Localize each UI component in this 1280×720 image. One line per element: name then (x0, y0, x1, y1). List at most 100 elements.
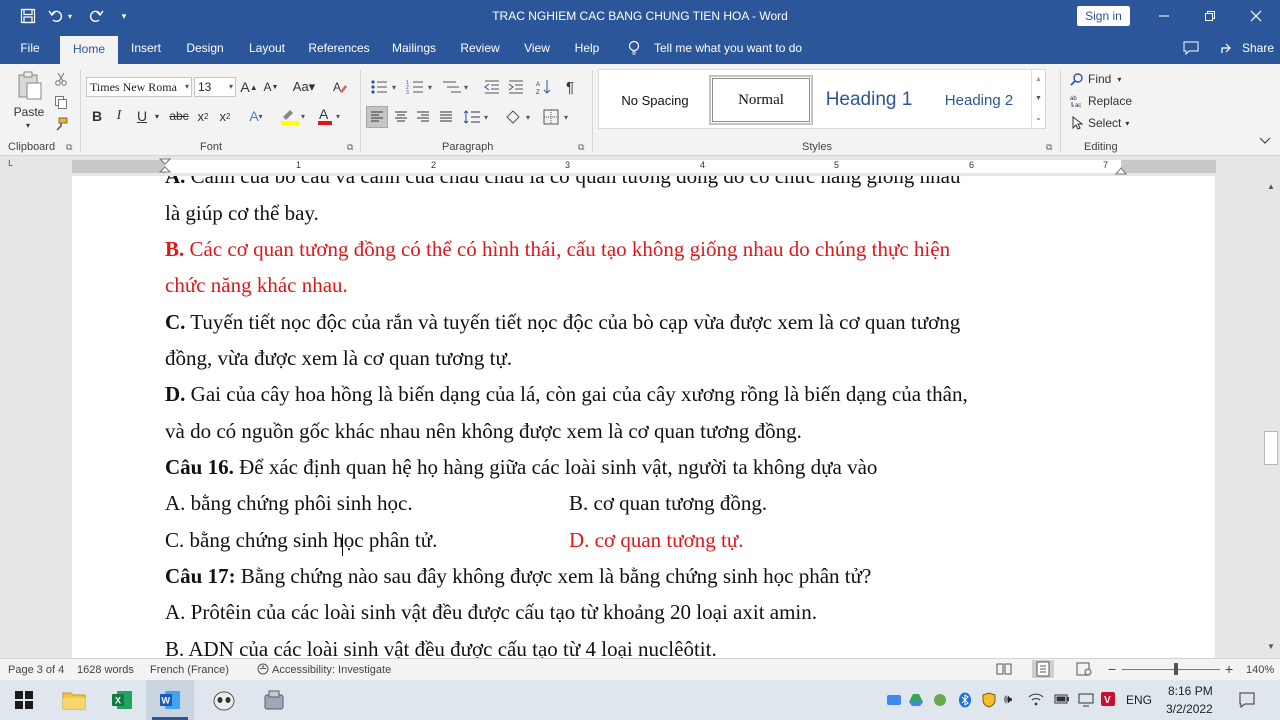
read-mode-icon[interactable] (996, 662, 1012, 679)
scroll-thumb[interactable] (1264, 431, 1278, 465)
bold-icon[interactable]: B (88, 106, 106, 126)
borders-icon[interactable]: ▾ (540, 106, 574, 128)
word-count[interactable]: 1628 words (77, 664, 134, 676)
justify-icon[interactable] (435, 106, 457, 128)
app-icon-tool[interactable] (250, 680, 298, 720)
customize-toolbar-icon[interactable]: ▾ (112, 6, 136, 26)
display-icon[interactable] (1078, 692, 1094, 711)
minimize-icon[interactable] (1141, 0, 1187, 32)
change-case-icon[interactable]: Aa▾ (288, 77, 320, 97)
font-color-icon[interactable]: A ▾ (316, 106, 346, 126)
doc-line[interactable]: B. ADN của các loài sinh vật đều được cấ… (165, 637, 717, 658)
restore-icon[interactable] (1187, 0, 1233, 32)
tab-file[interactable]: File (10, 32, 50, 64)
tab-help[interactable]: Help (568, 32, 606, 64)
vertical-scrollbar[interactable]: ▲ ▼ (1262, 176, 1280, 658)
decrease-indent-icon[interactable] (482, 76, 502, 98)
paste-button[interactable]: Paste (10, 104, 48, 120)
web-layout-icon[interactable] (1076, 662, 1092, 679)
file-explorer-icon[interactable] (50, 680, 98, 720)
paste-icon[interactable] (14, 70, 46, 102)
indent-marker-icon[interactable] (158, 158, 172, 174)
sort-icon[interactable]: AZ (534, 76, 554, 98)
grow-font-icon[interactable]: A ▲ (240, 77, 258, 97)
doc-line[interactable]: đồng, vừa được xem là cơ quan tương tự. (165, 346, 512, 371)
notification-icon[interactable] (1238, 691, 1256, 712)
accessibility-status[interactable]: Accessibility: Investigate (272, 664, 391, 676)
styles-scroll-down-icon[interactable]: ▼ (1032, 89, 1045, 108)
text-effects-icon[interactable]: A ▾ (244, 106, 268, 126)
style-normal[interactable]: Normal (709, 75, 813, 125)
tab-references[interactable]: References (304, 32, 374, 64)
tray-app-icon[interactable] (886, 692, 902, 711)
font-name-dropdown-icon[interactable]: ▾ (185, 78, 189, 96)
doc-line[interactable]: D. Gai của cây hoa hồng là biến dạng của… (165, 382, 968, 407)
tell-me-search[interactable]: Tell me what you want to do (654, 32, 814, 64)
show-formatting-marks-icon[interactable]: ¶ (560, 76, 580, 98)
find-button[interactable]: Find ▾ (1070, 70, 1130, 88)
tray-app-icon-2[interactable] (932, 692, 948, 711)
find-dropdown-icon[interactable]: ▾ (1117, 75, 1121, 84)
zoom-in-icon[interactable]: + (1225, 661, 1233, 677)
font-size-combo[interactable]: 13 ▾ (194, 77, 236, 97)
windows-start-icon[interactable] (0, 680, 48, 720)
zoom-slider-thumb[interactable] (1174, 663, 1178, 675)
align-center-icon[interactable] (390, 106, 412, 128)
document-page[interactable]: A. Cánh của bồ câu và cánh của châu chấu… (72, 176, 1215, 658)
cut-icon[interactable] (52, 70, 70, 88)
doc-line[interactable]: chức năng khác nhau. (165, 273, 348, 298)
format-painter-icon[interactable] (52, 115, 70, 133)
zoom-level[interactable]: 140% (1246, 664, 1274, 676)
collapse-ribbon-icon[interactable] (1256, 134, 1274, 148)
horizontal-ruler[interactable]: └ 1 2 3 4 5 6 7 (0, 156, 1280, 176)
shield-icon[interactable] (982, 692, 996, 711)
clock-time[interactable]: 8:16 PM (1168, 684, 1213, 698)
doc-line[interactable]: C. bằng chứng sinh học phân tử. D. cơ qua… (165, 528, 743, 553)
doc-line[interactable]: Câu 16. Để xác định quan hệ họ hàng giữa… (165, 455, 877, 480)
italic-icon[interactable]: I (110, 106, 128, 126)
doc-line[interactable]: A. Cánh của bồ câu và cánh của châu chấu… (165, 176, 960, 189)
tab-design[interactable]: Design (180, 32, 230, 64)
battery-icon[interactable] (1054, 693, 1070, 708)
zoom-out-icon[interactable]: − (1108, 661, 1116, 677)
undo-dropdown-icon[interactable]: ▾ (64, 6, 76, 26)
tab-selector-icon[interactable]: └ (6, 160, 18, 172)
increase-indent-icon[interactable] (506, 76, 526, 98)
excel-icon[interactable]: X (98, 680, 146, 720)
doc-line[interactable]: C. Tuyến tiết nọc độc của rắn và tuyến t… (165, 310, 960, 335)
bluetooth-icon[interactable] (958, 692, 972, 711)
zoom-slider[interactable] (1122, 669, 1220, 670)
google-drive-icon[interactable] (908, 692, 924, 711)
paragraph-launcher-icon[interactable]: ⧉ (578, 142, 584, 153)
save-icon[interactable] (16, 6, 40, 26)
share-icon[interactable] (1218, 32, 1236, 64)
replace-button[interactable]: ab ac Replace (1070, 92, 1132, 110)
highlight-color-icon[interactable]: ▾ (278, 106, 310, 126)
doc-line[interactable]: B. Các cơ quan tương đồng có thể có hình… (165, 237, 950, 262)
app-icon-panda[interactable] (200, 680, 248, 720)
tab-view[interactable]: View (518, 32, 556, 64)
tray-red-app-icon[interactable]: V (1100, 691, 1116, 710)
underline-icon[interactable]: U (132, 106, 152, 126)
align-left-icon[interactable] (366, 106, 388, 128)
clipboard-launcher-icon[interactable]: ⧉ (66, 142, 72, 153)
doc-line[interactable]: A. Prôtêin của các loài sinh vật đều đượ… (165, 600, 817, 625)
close-icon[interactable] (1233, 0, 1279, 32)
subscript-icon[interactable]: x2 (194, 106, 212, 126)
tab-layout[interactable]: Layout (242, 32, 292, 64)
clock-date[interactable]: 3/2/2022 (1166, 702, 1213, 716)
language-status[interactable]: French (France) (150, 664, 229, 676)
scroll-down-icon[interactable]: ▼ (1264, 640, 1278, 654)
select-button[interactable]: Select ▾ (1070, 114, 1134, 132)
doc-line[interactable]: A. bằng chứng phôi sinh học. B. cơ quan t… (165, 491, 767, 516)
volume-icon[interactable]: 🕪 (1004, 691, 1012, 707)
style-heading-2[interactable]: Heading 2 (931, 75, 1027, 125)
tab-review[interactable]: Review (454, 32, 506, 64)
numbering-icon[interactable]: 1 2 3 ▾ (404, 76, 438, 98)
styles-scroll-up-icon[interactable]: ▲ (1032, 70, 1045, 89)
strikethrough-icon[interactable]: abc (168, 106, 190, 126)
bullets-icon[interactable]: ▾ (368, 76, 402, 98)
doc-line[interactable]: và do có nguồn gốc khác nhau nên không đ… (165, 419, 802, 444)
print-layout-icon[interactable] (1032, 660, 1054, 678)
tab-mailings[interactable]: Mailings (386, 32, 442, 64)
